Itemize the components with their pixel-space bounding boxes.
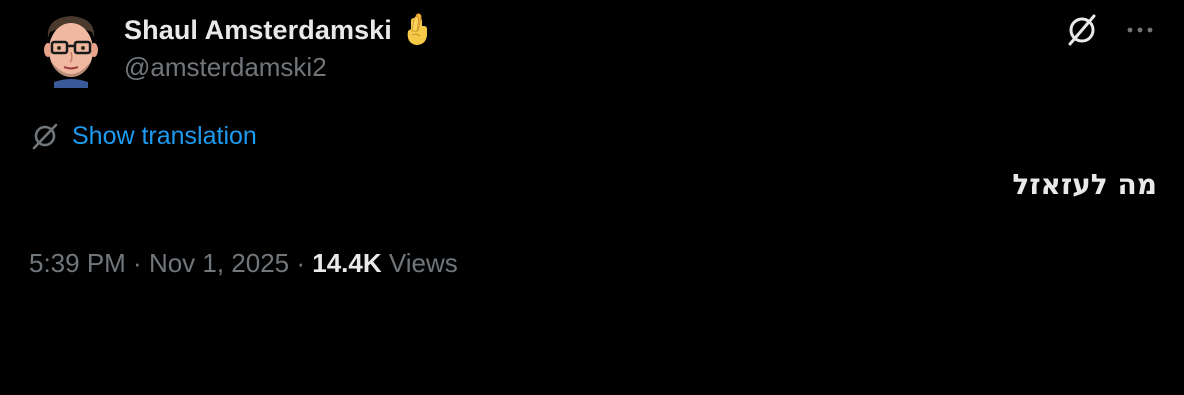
translate-globe-icon [32, 123, 58, 150]
author-name-row: Shaul Amsterdamski [124, 10, 432, 50]
tweet-top-actions [1064, 12, 1158, 48]
tweet-meta: 5:39 PM · Nov 1, 2025 · 14.4K Views [29, 248, 458, 279]
author-display-name[interactable]: Shaul Amsterdamski [124, 15, 392, 46]
tweet-text: מה לעזאזל [1012, 168, 1157, 201]
crossed-fingers-icon [402, 13, 432, 47]
author-handle[interactable]: @amsterdamski2 [124, 52, 327, 83]
tweet-time[interactable]: 5:39 PM [29, 248, 126, 279]
avatar[interactable] [36, 10, 106, 88]
views-count[interactable]: 14.4K [312, 248, 381, 279]
views-label[interactable]: Views [382, 248, 458, 279]
grok-icon[interactable] [1064, 12, 1100, 48]
show-translation-button[interactable]: Show translation [30, 121, 257, 151]
meta-separator: · [289, 248, 313, 278]
meta-separator: · [125, 248, 149, 278]
more-options-icon[interactable] [1122, 12, 1158, 48]
show-translation-label[interactable]: Show translation [72, 122, 257, 151]
tweet-date[interactable]: Nov 1, 2025 [149, 248, 289, 279]
